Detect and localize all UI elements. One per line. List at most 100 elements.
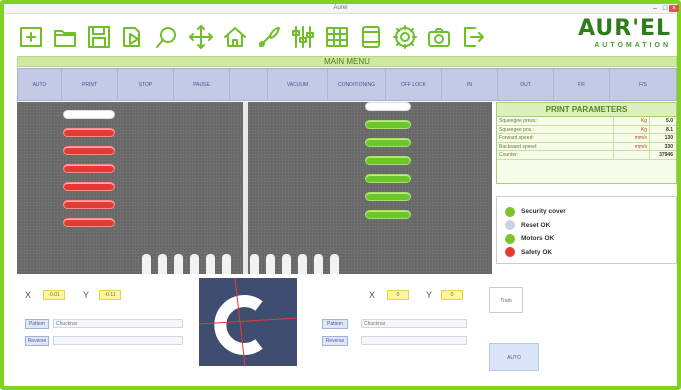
settings-icon[interactable] xyxy=(388,20,422,54)
pad-red xyxy=(63,128,115,137)
menu-button-vacuum[interactable]: VACUUM xyxy=(268,69,328,100)
x-value-field[interactable]: 0 xyxy=(387,290,409,300)
print-parameters-panel: PRINT PARAMETERS Squeegee press: Kg 5.0 … xyxy=(496,102,677,184)
menu-button-off-lock[interactable]: OFF LOCK xyxy=(386,69,442,100)
connector-pin xyxy=(158,254,167,274)
status-label: Motors OK xyxy=(521,235,555,243)
tool-icon[interactable] xyxy=(252,20,286,54)
param-unit: mm/s xyxy=(614,142,650,151)
menu-button-conditioning[interactable]: CONDITIONING xyxy=(328,69,386,100)
connector-pin xyxy=(174,254,183,274)
status-item: Reset OK xyxy=(505,219,676,233)
toolbar xyxy=(14,20,490,54)
pattern-field[interactable]: Chucknar xyxy=(361,319,467,328)
menu-button-in[interactable]: IN xyxy=(442,69,498,100)
camera-icon[interactable] xyxy=(422,20,456,54)
menu-button-bar: AUTO PRINT STOP PAUSE VACUUM CONDITIONIN… xyxy=(17,68,677,101)
status-indicator-icon xyxy=(505,233,515,244)
main-menu-label: MAIN MENU xyxy=(324,57,370,66)
y-label: Y xyxy=(83,290,90,300)
pad-green xyxy=(365,156,411,165)
menu-button-print[interactable]: PRINT xyxy=(62,69,118,100)
param-label: Backward speed: xyxy=(497,142,614,151)
param-row: Backward speed: mm/s 330 xyxy=(497,142,676,152)
print-parameters-title: PRINT PARAMETERS xyxy=(497,103,676,117)
param-row: Forward speed: mm/s 130 xyxy=(497,134,676,143)
menu-button-ff[interactable]: F/F xyxy=(554,69,610,100)
logo-sub-text: AUTOMATION xyxy=(594,42,671,49)
main-menu-bar: MAIN MENU xyxy=(17,56,677,67)
y-value-field[interactable]: 0 xyxy=(441,290,463,300)
connector-pin xyxy=(314,254,323,274)
sliders-icon[interactable] xyxy=(286,20,320,54)
export-icon[interactable] xyxy=(116,20,150,54)
status-label: Safety OK xyxy=(521,248,553,256)
param-unit: Kg xyxy=(614,125,650,134)
close-button[interactable]: × xyxy=(669,5,679,12)
company-logo: AUR'EL AUTOMATION xyxy=(561,18,671,54)
connector-pin xyxy=(298,254,307,274)
param-row: Squeegee press: Kg 5.0 xyxy=(497,117,676,126)
new-icon[interactable] xyxy=(14,20,48,54)
reverse-field[interactable] xyxy=(53,336,183,345)
pattern-button[interactable]: Pattern xyxy=(25,319,49,329)
minimize-button[interactable]: – xyxy=(650,5,660,12)
pad-red xyxy=(63,200,115,209)
train-button[interactable]: Train xyxy=(489,287,523,313)
menu-button-fs[interactable]: F/S xyxy=(610,69,676,100)
pattern-field[interactable]: Chucknar xyxy=(53,319,183,328)
connector-pin xyxy=(142,254,151,274)
x-value-field[interactable]: -0.01 xyxy=(43,290,65,300)
auto-button[interactable]: AUTO xyxy=(489,343,539,371)
menu-button-out[interactable]: OUT xyxy=(498,69,554,100)
menu-button-pause[interactable]: PAUSE xyxy=(174,69,230,100)
connector-pin xyxy=(250,254,259,274)
pattern-button[interactable]: Pattern xyxy=(322,319,348,329)
param-unit: mm/s xyxy=(614,134,650,142)
pad-green xyxy=(365,138,411,147)
y-value-field[interactable]: -0.11 xyxy=(99,290,121,300)
status-indicator-icon xyxy=(505,206,515,217)
param-value[interactable]: 8.1 xyxy=(650,126,676,134)
param-unit xyxy=(614,151,650,159)
left-camera-controls: X -0.01 Y -0.11 Pattern Chucknar Reverse xyxy=(17,276,193,376)
pad-red xyxy=(63,164,115,173)
reverse-field[interactable] xyxy=(361,336,467,345)
param-value[interactable]: 330 xyxy=(650,143,676,151)
grid-icon[interactable] xyxy=(320,20,354,54)
home-icon[interactable] xyxy=(218,20,252,54)
status-indicator-icon xyxy=(505,220,515,231)
menu-button-blank[interactable] xyxy=(230,69,268,100)
save-icon[interactable] xyxy=(82,20,116,54)
y-label: Y xyxy=(426,290,433,300)
menu-button-auto[interactable]: AUTO xyxy=(18,69,62,100)
pad-red xyxy=(63,146,115,155)
param-row: Counter: 37946 xyxy=(497,151,676,160)
connector-pin xyxy=(282,254,291,274)
param-label: Counter: xyxy=(497,151,614,159)
search-icon[interactable] xyxy=(150,20,184,54)
connector-pin xyxy=(266,254,275,274)
reverse-button[interactable]: Reverse xyxy=(25,336,49,346)
x-label: X xyxy=(369,290,376,300)
param-value[interactable]: 130 xyxy=(650,134,676,142)
reverse-button[interactable]: Reverse xyxy=(322,336,348,346)
connector-pin xyxy=(330,254,339,274)
param-row: Squeegee pos.: Kg 8.1 xyxy=(497,125,676,135)
camera-view-right xyxy=(248,102,492,274)
connector-pin xyxy=(206,254,215,274)
pad-white xyxy=(365,102,411,111)
move-icon[interactable] xyxy=(184,20,218,54)
param-value: 37946 xyxy=(659,152,673,159)
exit-icon[interactable] xyxy=(456,20,490,54)
open-icon[interactable] xyxy=(48,20,82,54)
pad-red xyxy=(63,218,115,227)
x-label: X xyxy=(25,290,32,300)
camera-view-left xyxy=(17,102,243,274)
param-value[interactable]: 5.0 xyxy=(650,117,676,125)
status-item: Safety OK xyxy=(505,246,676,260)
status-label: Security cover xyxy=(521,208,566,216)
window-icon[interactable] xyxy=(354,20,388,54)
menu-button-stop[interactable]: STOP xyxy=(118,69,174,100)
pad-green xyxy=(365,120,411,129)
